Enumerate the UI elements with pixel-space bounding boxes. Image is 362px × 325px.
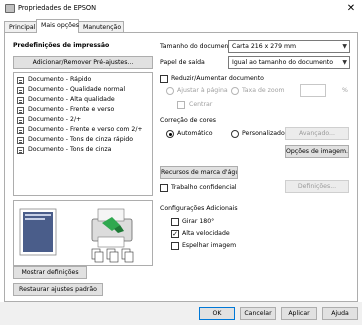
reduce-enlarge-label: Reduzir/Aumentar documento bbox=[171, 75, 264, 82]
help-button[interactable]: Ajuda bbox=[322, 307, 358, 320]
apply-button[interactable]: Aplicar bbox=[281, 307, 317, 320]
title-bar: Propriedades de EPSON ✕ bbox=[0, 0, 362, 18]
presets-list[interactable]: Documento - Rápido Documento - Qualidade… bbox=[13, 72, 153, 196]
mirror-checkbox[interactable] bbox=[171, 242, 179, 250]
restore-defaults-button[interactable]: Restaurar ajustes padrão bbox=[13, 283, 103, 296]
rotate-checkbox[interactable] bbox=[171, 218, 179, 226]
document-icon bbox=[17, 107, 24, 114]
document-icon bbox=[17, 117, 24, 124]
chevron-down-icon: ▼ bbox=[342, 43, 347, 50]
add-remove-presets-button[interactable]: Adicionar/Remover Pré-ajustes... bbox=[13, 56, 153, 69]
custom-label: Personalizado bbox=[242, 130, 285, 137]
ok-button[interactable]: OK bbox=[199, 307, 235, 320]
center-label: Centrar bbox=[189, 101, 213, 108]
tab-principal[interactable]: Principal bbox=[4, 21, 37, 32]
cancel-button[interactable]: Cancelar bbox=[240, 307, 276, 320]
document-icon bbox=[17, 87, 24, 94]
doc-size-select[interactable]: Carta 216 x 279 mm ▼ bbox=[228, 40, 350, 53]
output-paper-select[interactable]: Igual ao tamanho do documento ▼ bbox=[228, 56, 350, 69]
additional-settings-label: Configurações Adicionais bbox=[160, 205, 238, 212]
fit-page-label: Ajustar à página bbox=[177, 87, 228, 94]
document-icon bbox=[17, 127, 24, 134]
document-icon bbox=[17, 97, 24, 104]
zoom-stepper[interactable] bbox=[300, 84, 326, 97]
chevron-down-icon: ▼ bbox=[342, 59, 347, 66]
automatic-label: Automático bbox=[177, 130, 213, 137]
watermark-features-button[interactable]: Recursos de marca d'água bbox=[160, 166, 238, 179]
center-checkbox[interactable] bbox=[177, 101, 185, 109]
zoom-radio[interactable] bbox=[231, 87, 239, 95]
high-speed-label: Alta velocidade bbox=[182, 230, 230, 237]
confidential-label: Trabalho confidencial bbox=[171, 184, 237, 191]
color-correction-label: Correção de cores bbox=[160, 117, 217, 124]
printer-preview-illustration bbox=[19, 208, 134, 263]
automatic-radio[interactable] bbox=[166, 130, 174, 138]
confidential-checkbox[interactable] bbox=[160, 184, 168, 192]
tab-mais-opcoes[interactable]: Mais opções bbox=[36, 19, 79, 33]
radio-dot bbox=[168, 132, 172, 136]
advanced-button[interactable]: Avançado... bbox=[285, 127, 349, 140]
fit-page-radio[interactable] bbox=[166, 87, 174, 95]
document-icon bbox=[17, 137, 24, 144]
show-settings-button[interactable]: Mostrar definições bbox=[13, 266, 87, 279]
document-icon bbox=[17, 147, 24, 154]
doc-size-label: Tamanho do documento bbox=[160, 43, 235, 50]
document-icon bbox=[17, 77, 24, 84]
close-icon[interactable]: ✕ bbox=[344, 2, 358, 15]
definitions-button[interactable]: Definições... bbox=[285, 180, 349, 193]
image-options-button[interactable]: Opções de imagem... bbox=[285, 145, 349, 158]
custom-radio[interactable] bbox=[231, 130, 239, 138]
zoom-label: Taxa de zoom bbox=[242, 87, 285, 94]
printer-icon bbox=[5, 4, 15, 13]
presets-heading: Predefinições de impressão bbox=[13, 42, 110, 49]
high-speed-checkbox[interactable]: ✓ bbox=[171, 230, 179, 238]
tab-manutencao[interactable]: Manutenção bbox=[78, 21, 124, 32]
dialog-footer: OK Cancelar Aplicar Ajuda bbox=[0, 302, 362, 325]
window-title: Propriedades de EPSON bbox=[18, 4, 97, 12]
output-paper-label: Papel de saída bbox=[160, 59, 205, 66]
print-preview bbox=[13, 200, 153, 266]
rotate-label: Girar 180° bbox=[182, 218, 215, 225]
percent-label: % bbox=[342, 87, 348, 94]
reduce-enlarge-checkbox[interactable] bbox=[160, 75, 168, 83]
mirror-label: Espelhar imagem bbox=[182, 242, 237, 249]
